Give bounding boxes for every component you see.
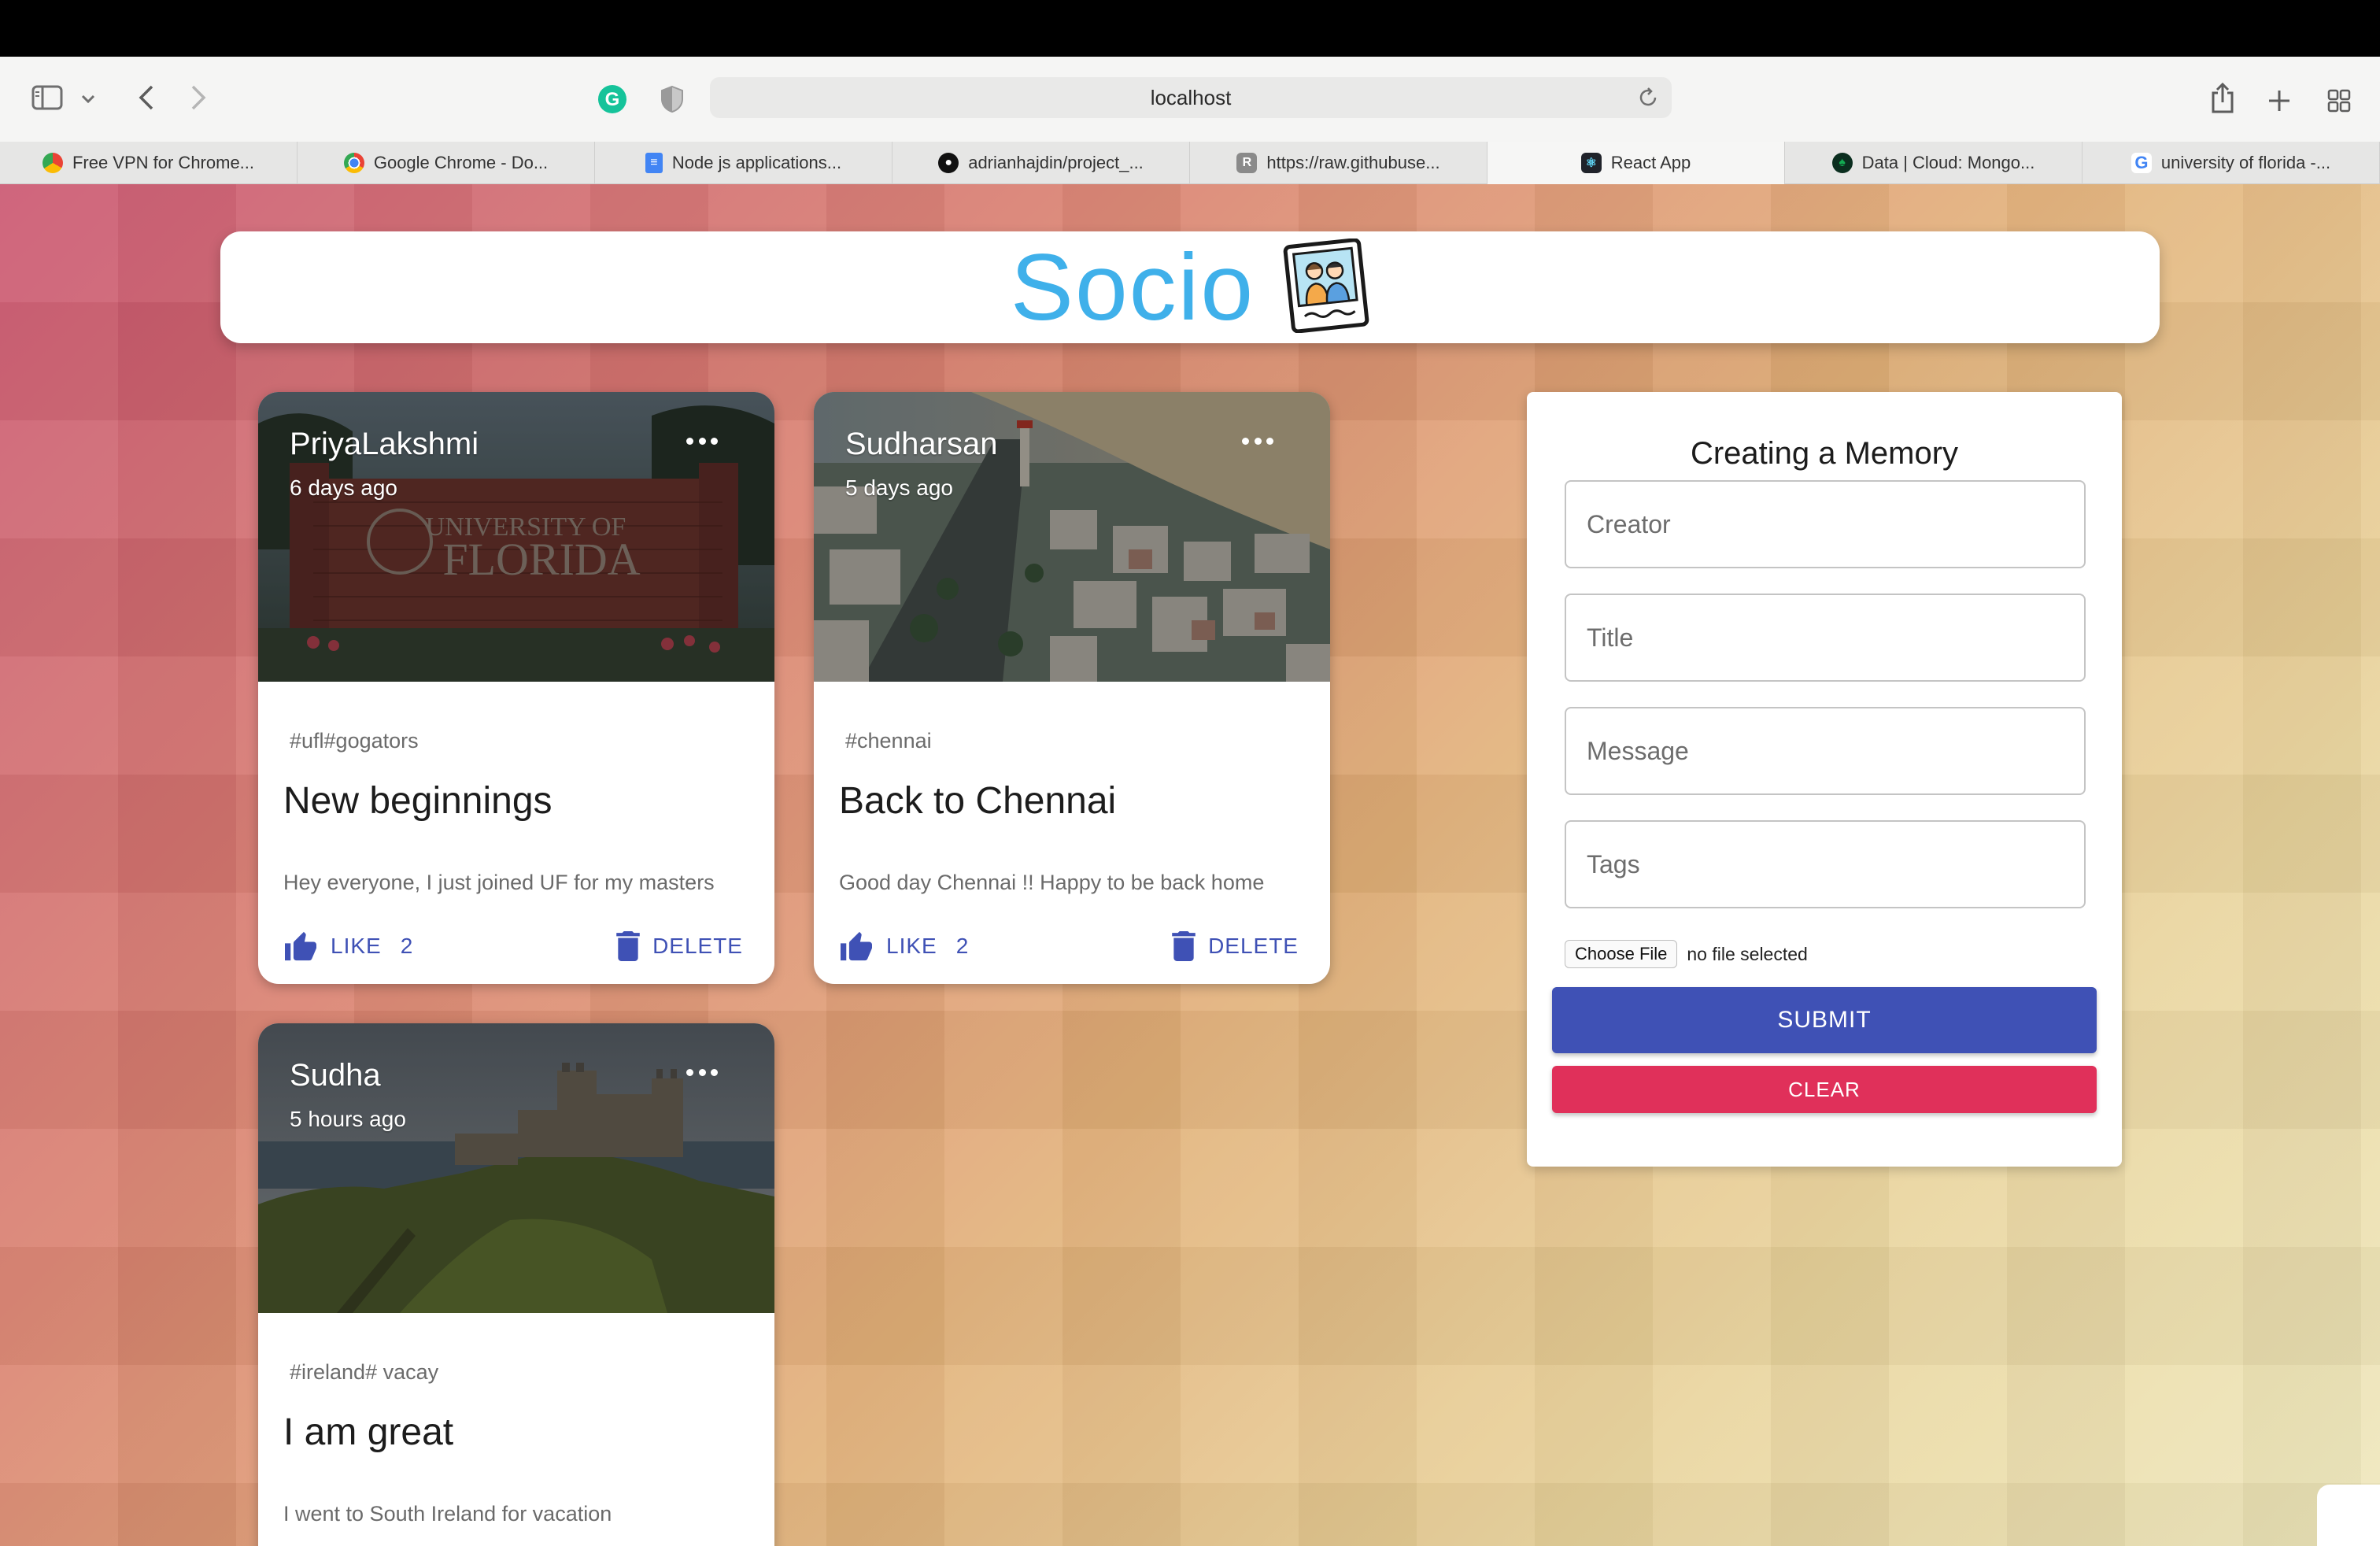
post-creator: Sudha [290,1058,381,1093]
post-actions: LIKE 2 DELETE [839,927,1299,965]
file-picker: Choose File no file selected [1565,940,1808,968]
trash-icon [1172,931,1196,961]
google-icon: G [2131,153,2152,173]
like-label: LIKE [886,934,937,958]
url-text: localhost [1150,85,1232,109]
post-message: Hey everyone, I just joined UF for my ma… [283,871,715,894]
post-card: UNIVERSITY OF FLORIDA PriyaLakshmi 6 day… [258,392,774,984]
post-message: Good day Chennai !! Happy to be back hom… [839,871,1265,894]
post-tags: #ufl#gogators [290,729,419,753]
tab-label: Node js applications... [671,153,842,172]
more-options-icon[interactable] [686,1069,718,1082]
tab-label: React App [1610,153,1691,172]
more-options-icon[interactable] [686,438,718,450]
svg-text:G: G [605,89,620,110]
post-time: 5 hours ago [290,1107,406,1131]
r-icon: R [1236,153,1258,173]
create-memory-form: Creating a Memory Choose File no file se… [1527,392,2122,1167]
tab-label: Data | Cloud: Mongo... [1861,153,2035,172]
shield-icon[interactable] [656,83,688,115]
creator-input[interactable] [1565,480,2086,568]
tab-overview-icon[interactable] [2322,83,2356,118]
post-title: Back to Chennai [839,780,1117,822]
post-creator: Sudharsan [845,427,998,461]
file-status: no file selected [1687,943,1808,964]
tab-raw-github[interactable]: R https://raw.githubuse... [1190,142,1488,184]
post-image: UNIVERSITY OF FLORIDA PriyaLakshmi 6 day… [258,392,774,682]
tab-react-app[interactable]: ⚛ React App [1488,142,1785,184]
tab-label: adrianhajdin/project_... [968,153,1144,172]
app-bar: Socio [220,231,2160,343]
trash-icon [616,931,640,961]
post-tags: #ireland# vacay [290,1360,439,1384]
like-count: 2 [400,934,414,958]
like-button[interactable]: LIKE 2 [839,930,969,962]
clear-button[interactable]: CLEAR [1552,1066,2097,1113]
post-card: Sudharsan 5 days ago #chennai Back to Ch… [814,392,1330,984]
like-label: LIKE [331,934,382,958]
tab-label: Google Chrome - Do... [373,153,549,172]
post-message: I went to South Ireland for vacation [283,1502,612,1526]
like-count: 2 [955,934,970,958]
delete-label: DELETE [652,934,743,958]
docs-icon: ≡ [645,153,663,173]
thumb-up-icon [285,931,316,961]
photo-polaroid-icon [1281,237,1369,337]
post-tags: #chennai [845,729,932,753]
tab-university-of-florida[interactable]: G university of florida -... [2082,142,2380,184]
post-creator: PriyaLakshmi [290,427,479,461]
tab-github-project[interactable]: ● adrianhajdin/project_... [893,142,1190,184]
thumb-up-icon [841,931,872,961]
delete-button[interactable]: DELETE [1172,931,1299,961]
tab-label: university of florida -... [2160,153,2331,172]
tab-node-js[interactable]: ≡ Node js applications... [595,142,893,184]
forward-arrow-icon[interactable] [183,80,214,115]
address-bar[interactable]: localhost [710,77,1672,118]
like-button[interactable]: LIKE 2 [283,930,413,962]
new-tab-icon[interactable] [2262,83,2297,118]
post-image: Sudharsan 5 days ago [814,392,1330,682]
floating-widget[interactable] [2317,1485,2380,1546]
reload-icon[interactable] [1634,83,1662,112]
delete-button[interactable]: DELETE [616,931,743,961]
tab-free-vpn[interactable]: Free VPN for Chrome... [0,142,298,184]
vpn-icon [42,153,63,173]
more-options-icon[interactable] [1242,438,1273,450]
post-time: 5 days ago [845,475,953,500]
react-icon: ⚛ [1580,153,1602,173]
grammarly-icon[interactable]: G [597,83,628,115]
chrome-icon [343,153,364,173]
sidebar-toggle-icon[interactable] [30,80,65,115]
system-menu-bar [0,0,2380,57]
app-page: Socio PriyaLakshmi 6 days ago #ufl#gogat… [0,184,2380,1546]
browser-toolbar: G localhost [0,57,2380,142]
mongodb-icon: ♠ [1831,153,1853,173]
title-input[interactable] [1565,594,2086,682]
submit-button[interactable]: SUBMIT [1552,987,2097,1053]
post-card: Sudha 5 hours ago #ireland# vacay I am g… [258,1023,774,1546]
app-title: Socio [1010,235,1255,340]
tab-google-chrome[interactable]: Google Chrome - Do... [298,142,595,184]
post-time: 6 days ago [290,475,397,500]
form-title: Creating a Memory [1690,436,1959,471]
tags-input[interactable] [1565,820,2086,908]
tab-label: https://raw.githubuse... [1266,153,1440,172]
post-title: I am great [283,1411,454,1453]
post-title: New beginnings [283,780,552,822]
tab-label: Free VPN for Chrome... [72,153,255,172]
share-icon[interactable] [2205,79,2240,117]
back-arrow-icon[interactable] [131,80,162,115]
tab-mongodb[interactable]: ♠ Data | Cloud: Mongo... [1785,142,2082,184]
choose-file-button[interactable]: Choose File [1565,940,1678,968]
tab-bar: Free VPN for Chrome... Google Chrome - D… [0,142,2380,184]
delete-label: DELETE [1208,934,1299,958]
chevron-down-icon[interactable] [77,88,99,110]
message-input[interactable] [1565,707,2086,795]
post-image: Sudha 5 hours ago [258,1023,774,1313]
post-actions: LIKE 2 DELETE [283,927,743,965]
github-icon: ● [938,153,959,173]
